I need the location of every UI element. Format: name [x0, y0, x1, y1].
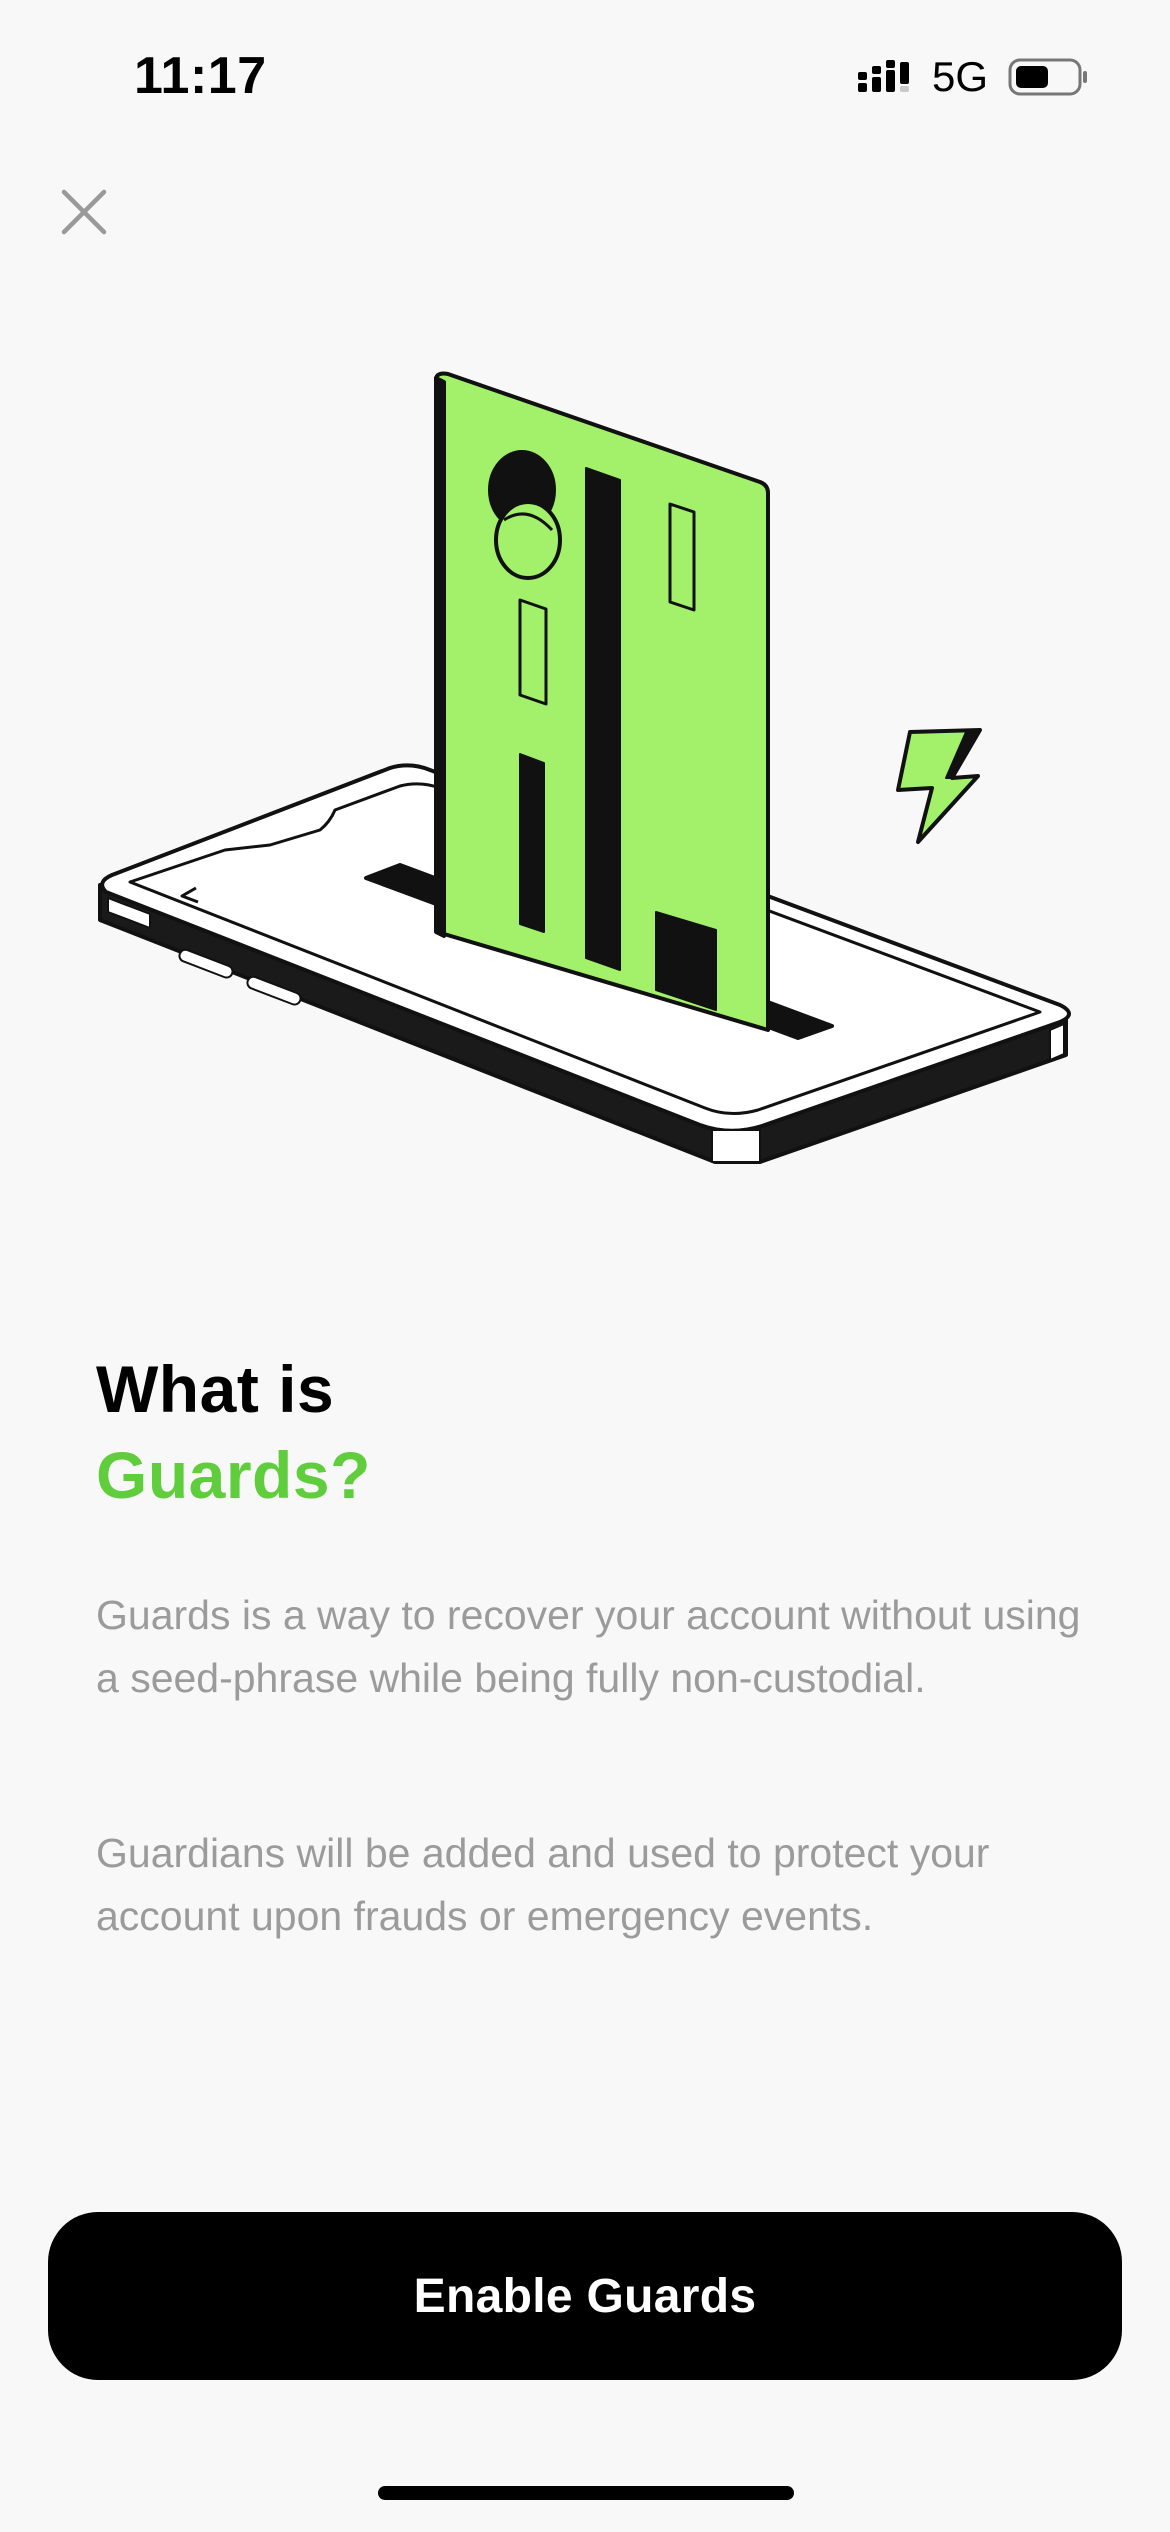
home-indicator: [378, 2486, 794, 2500]
title-line-2-accent: Guards?: [96, 1438, 371, 1512]
close-button[interactable]: [54, 182, 114, 242]
signal-bars-icon: [857, 60, 909, 92]
network-type-label: 5G: [931, 53, 988, 100]
illustration-svg: [98, 371, 1071, 1164]
enable-guards-button[interactable]: Enable Guards: [48, 2212, 1122, 2380]
status-time: 11:17: [134, 47, 267, 105]
status-bar: 11:17 5G: [0, 0, 1170, 150]
description-paragraph-1: Guards is a way to recover your account …: [96, 1592, 1081, 1701]
phone-with-card-illustration: [0, 330, 1170, 1190]
card-illustration: [434, 371, 770, 1032]
page-title: What is Guards?: [96, 1346, 371, 1518]
description-paragraph-2: Guardians will be added and used to prot…: [96, 1830, 990, 1939]
close-icon: [61, 189, 107, 235]
battery-icon: [1008, 58, 1087, 96]
status-indicators: 5G: [856, 50, 1090, 104]
lightning-bolt-icon: [896, 728, 982, 844]
title-line-1: What is: [96, 1352, 335, 1426]
